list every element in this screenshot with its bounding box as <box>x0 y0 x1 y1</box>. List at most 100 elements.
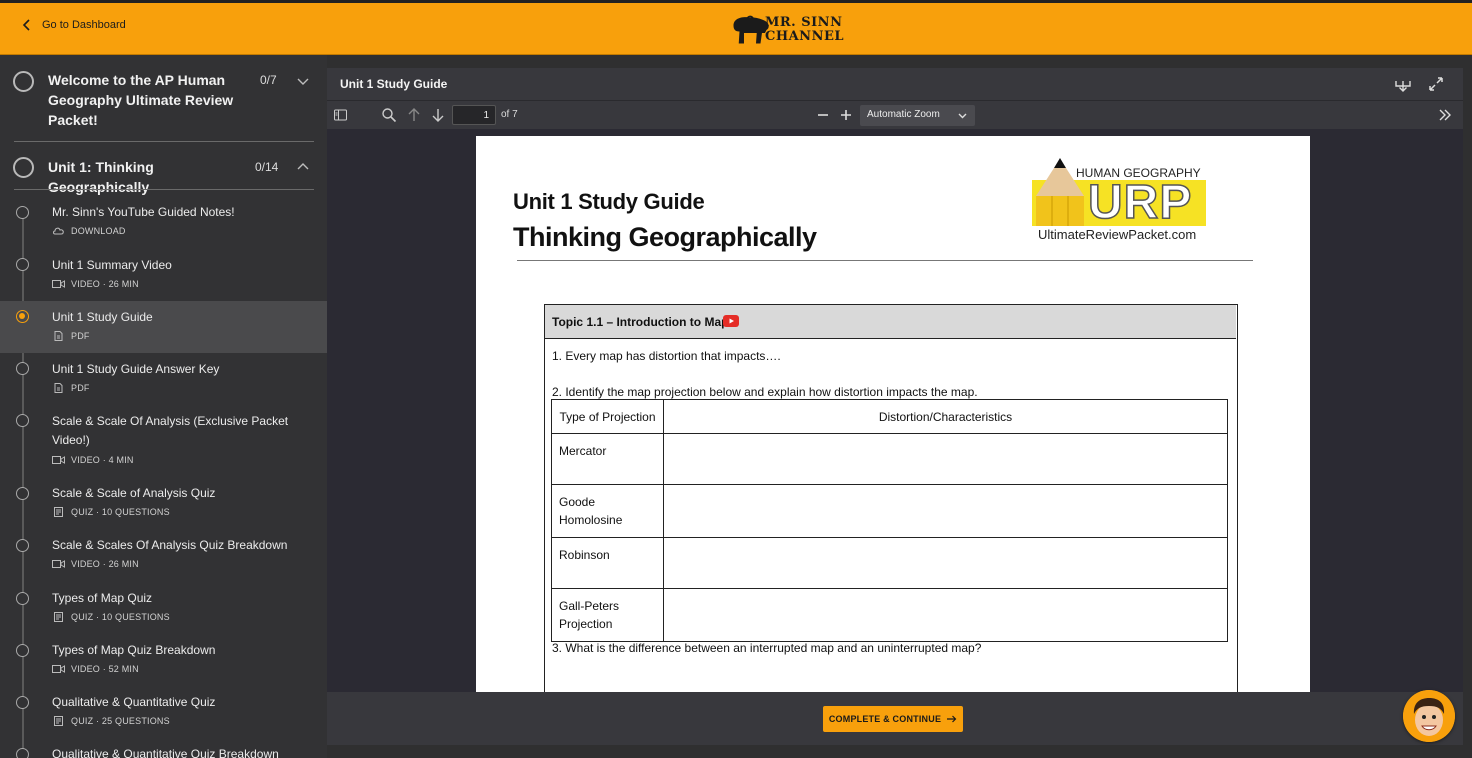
lesson-item[interactable]: Mr. Sinn's YouTube Guided Notes! DOWNLOA… <box>0 199 327 251</box>
arrow-right-icon <box>947 715 957 723</box>
zoom-in-icon[interactable] <box>838 107 854 123</box>
video-icon <box>52 456 65 464</box>
table-row: Robinson <box>551 537 1228 589</box>
lesson-item[interactable]: Scale & Scale Of Analysis (Exclusive Pac… <box>0 407 327 479</box>
logo-line-2: CHANNEL <box>764 29 844 44</box>
lesson-status-dot <box>16 539 29 552</box>
lesson-meta-text: VIDEO · 52 MIN <box>71 664 139 674</box>
document-heading: Unit 1 Study Guide <box>513 189 705 214</box>
lesson-meta: VIDEO · 52 MIN <box>52 664 139 674</box>
logo-text: MR. SINN CHANNEL <box>765 16 844 44</box>
lesson-status-dot <box>16 696 29 709</box>
lesson-meta: QUIZ · 25 QUESTIONS <box>52 716 170 726</box>
table-header: Distortion/Characteristics <box>663 399 1228 434</box>
divider <box>14 189 314 190</box>
top-bar: Go to Dashboard MR. SINN CHANNEL <box>0 0 1472 55</box>
divider <box>14 141 314 142</box>
lesson-status-dot <box>16 748 29 758</box>
table-cell-empty <box>663 588 1228 642</box>
table-cell-empty <box>663 537 1228 589</box>
zoom-value: Automatic Zoom <box>867 109 940 120</box>
table-row: Mercator <box>551 433 1228 485</box>
lesson-item-active[interactable]: Unit 1 Study Guide PDF <box>0 301 327 353</box>
mr-sinn-channel-logo[interactable]: MR. SINN CHANNEL <box>732 8 844 52</box>
lesson-status-dot <box>16 592 29 605</box>
lesson-status-dot <box>16 644 29 657</box>
question-1: 1. Every map has distortion that impacts… <box>552 349 781 363</box>
table-header-row: Type of Projection Distortion/Characteri… <box>551 399 1228 434</box>
zoom-out-icon[interactable] <box>815 107 831 123</box>
lesson-meta-text: VIDEO · 26 MIN <box>71 559 139 569</box>
lesson-meta: VIDEO · 26 MIN <box>52 559 139 569</box>
lesson-title: Types of Map Quiz <box>52 591 153 605</box>
viewer-title-bar: Unit 1 Study Guide <box>327 68 1463 100</box>
expand-icon[interactable] <box>1427 75 1445 93</box>
lesson-title: Scale & Scale Of Analysis (Exclusive Pac… <box>52 414 289 447</box>
lesson-item[interactable]: Qualitative & Quantitative Quiz QUIZ · 2… <box>0 689 327 741</box>
projection-table: Type of Projection Distortion/Characteri… <box>551 399 1228 642</box>
page-number-input[interactable] <box>452 105 496 125</box>
pdf-icon <box>54 331 63 341</box>
chevron-up-icon[interactable] <box>297 161 309 173</box>
lesson-status-dot <box>16 258 29 271</box>
lesson-status-dot-active <box>16 310 29 323</box>
lesson-status-dot <box>16 206 29 219</box>
table-header: Type of Projection <box>551 399 664 434</box>
section-welcome[interactable]: Welcome to the AP Human Geography Ultima… <box>0 69 327 139</box>
document-subheading: Thinking Geographically <box>513 222 817 252</box>
zoom-select[interactable]: Automatic Zoom <box>860 105 975 126</box>
viewer-title: Unit 1 Study Guide <box>340 77 448 91</box>
lesson-item[interactable]: Types of Map Quiz QUIZ · 10 QUESTIONS <box>0 585 327 637</box>
lesson-meta-text: PDF <box>71 331 90 341</box>
logo-line-1: MR. SINN <box>764 15 843 30</box>
quiz-icon <box>54 507 63 517</box>
lesson-meta-text: PDF <box>71 383 90 393</box>
lesson-item[interactable]: Unit 1 Summary Video VIDEO · 26 MIN <box>0 251 327 303</box>
chevron-down-icon <box>958 113 967 119</box>
section-title: Welcome to the AP Human Geography Ultima… <box>48 72 234 128</box>
topic-box: Topic 1.1 – Introduction to Maps 1. Ever… <box>544 304 1238 692</box>
chevron-down-icon[interactable] <box>297 75 309 87</box>
urp-logo-url: UltimateReviewPacket.com <box>1038 227 1197 242</box>
section-progress-circle <box>13 71 34 92</box>
video-icon <box>52 665 65 673</box>
pdf-canvas-area[interactable]: Unit 1 Study Guide Thinking Geographical… <box>327 129 1463 692</box>
table-cell: Goode Homolosine <box>551 484 664 538</box>
lesson-item[interactable]: Qualitative & Quantitative Quiz Breakdow… <box>0 741 327 758</box>
arrow-down-icon[interactable] <box>430 107 446 123</box>
chevron-left-icon <box>22 19 30 31</box>
pdf-icon <box>54 383 63 393</box>
lesson-status-dot <box>16 362 29 375</box>
search-icon[interactable] <box>381 107 397 123</box>
lesson-item[interactable]: Scale & Scales Of Analysis Quiz Breakdow… <box>0 532 327 584</box>
lesson-title: Mr. Sinn's YouTube Guided Notes! <box>52 205 235 219</box>
lesson-title: Unit 1 Study Guide <box>52 310 153 324</box>
download-icon[interactable] <box>1394 75 1412 93</box>
youtube-icon[interactable] <box>723 315 739 327</box>
lesson-item[interactable]: Types of Map Quiz Breakdown VIDEO · 52 M… <box>0 637 327 689</box>
lesson-title: Qualitative & Quantitative Quiz <box>52 695 216 709</box>
avatar[interactable] <box>1403 690 1455 742</box>
lesson-item[interactable]: Unit 1 Study Guide Answer Key PDF <box>0 355 327 407</box>
quiz-icon <box>54 612 63 622</box>
section-title: Unit 1: Thinking Geographically <box>48 159 154 195</box>
lesson-item[interactable]: Scale & Scale of Analysis Quiz QUIZ · 10… <box>0 480 327 532</box>
double-chevron-right-icon[interactable] <box>1437 107 1453 123</box>
section-count: 0/14 <box>255 160 279 174</box>
section-unit-1[interactable]: Unit 1: Thinking Geographically 0/14 <box>0 156 327 195</box>
course-sidebar: Welcome to the AP Human Geography Ultima… <box>0 55 327 758</box>
complete-and-continue-button[interactable]: COMPLETE & CONTINUE <box>823 706 963 732</box>
go-to-dashboard-link[interactable]: Go to Dashboard <box>22 19 126 31</box>
pdf-page: Unit 1 Study Guide Thinking Geographical… <box>476 136 1310 692</box>
lesson-footer-bar: COMPLETE & CONTINUE <box>327 692 1463 745</box>
pdf-toolbar: of 7 Automatic Zoom <box>327 100 1463 129</box>
lesson-status-dot <box>16 414 29 427</box>
arrow-up-icon[interactable] <box>406 107 422 123</box>
table-cell: Gall-Peters Projection <box>551 588 664 642</box>
lesson-title: Unit 1 Study Guide Answer Key <box>52 362 220 376</box>
lesson-meta: PDF <box>52 331 90 341</box>
sidebar-toggle-icon[interactable] <box>333 107 349 123</box>
lesson-meta-text: QUIZ · 25 QUESTIONS <box>71 716 170 726</box>
table-cell: Mercator <box>551 433 664 485</box>
lesson-meta: VIDEO · 26 MIN <box>52 279 139 289</box>
